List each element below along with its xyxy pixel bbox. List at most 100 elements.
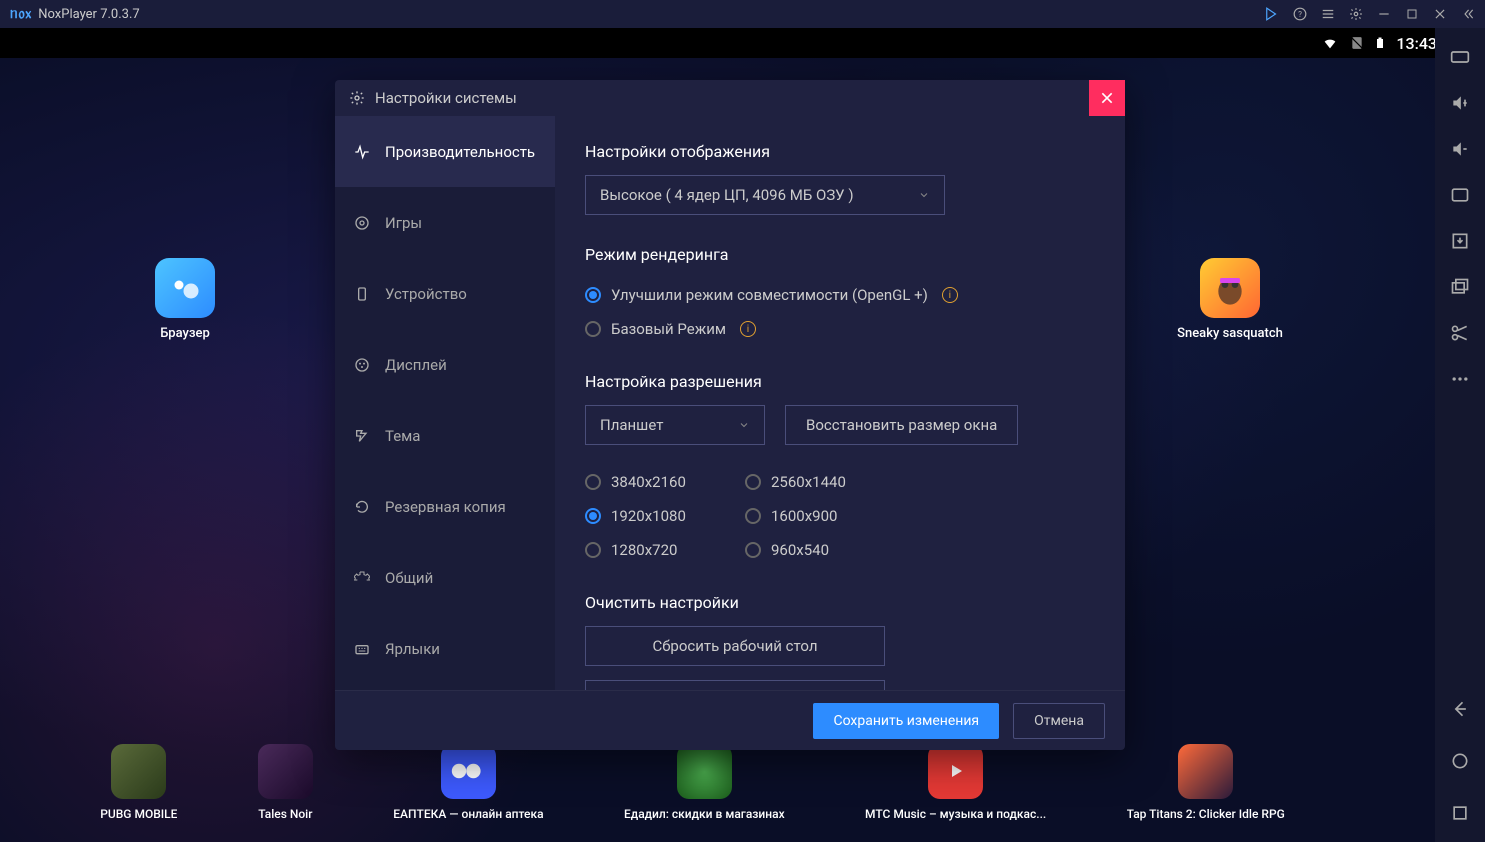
dock-app-pubg[interactable]: PUBG MOBILE [100,744,177,821]
recent-icon[interactable] [1449,802,1471,824]
res-3840-radio[interactable]: 3840x2160 [585,465,745,499]
dropdown-value: Высокое ( 4 ядер ЦП, 4096 МБ ОЗУ ) [600,186,854,204]
modal-footer: Сохранить изменения Отмена [335,690,1125,750]
sidebar-item-performance[interactable]: Производительность [335,116,555,187]
radio-icon [745,474,761,490]
apk-install-icon[interactable] [1449,230,1471,252]
scissors-icon[interactable] [1449,322,1471,344]
app-browser[interactable]: Браузер [130,258,240,341]
chevron-down-icon [918,189,930,201]
radio-icon [585,474,601,490]
battery-icon [1374,34,1386,52]
sidebar-item-label: Устройство [385,285,467,303]
dock-app-edadil[interactable]: Едадил: скидки в магазинах [624,744,785,821]
sidebar-item-general[interactable]: Общий [335,542,555,613]
sidebar-item-label: Производительность [385,143,535,161]
app-sneaky-sasquatch[interactable]: Sneaky sasquatch [1175,258,1285,341]
device-icon [353,285,371,303]
multi-instance-icon[interactable] [1449,276,1471,298]
info-icon[interactable]: i [942,287,958,303]
sidebar-item-device[interactable]: Устройство [335,258,555,329]
shortcuts-icon [353,640,371,658]
res-1920-radio[interactable]: 1920x1080 [585,499,745,533]
gear-icon [349,90,365,106]
gear-icon[interactable] [1349,7,1363,21]
close-icon[interactable] [1433,7,1447,21]
settings-modal: Настройки системы Производительность Игр… [335,80,1125,750]
cancel-button[interactable]: Отмена [1013,703,1105,739]
radio-icon [585,321,601,337]
dock-label: Едадил: скидки в магазинах [624,807,785,821]
clock: 13:43 [1396,34,1437,53]
help-icon[interactable]: ? [1293,7,1307,21]
home-icon[interactable] [1449,750,1471,772]
clear-google-cache-button[interactable]: Очистить кеш сервисов Google [585,680,885,690]
sidebar-item-label: Ярлыки [385,640,440,658]
dock-label: ЕАПТЕКА — онлайн аптека [393,807,543,821]
info-icon[interactable]: i [740,321,756,337]
screenshot-icon[interactable] [1449,184,1471,206]
radio-label: 1600x900 [771,507,837,525]
display-icon [353,356,371,374]
minimize-icon[interactable] [1377,7,1391,21]
dock-app-taptitans[interactable]: Tap Titans 2: Clicker Idle RPG [1127,744,1285,821]
menu-icon[interactable] [1321,7,1335,21]
radio-label: 960x540 [771,541,829,559]
res-960-radio[interactable]: 960x540 [745,533,905,567]
sidebar-item-theme[interactable]: Тема [335,400,555,471]
collapse-icon[interactable] [1461,7,1475,21]
more-icon[interactable] [1449,368,1471,390]
app-title: NoxPlayer 7.0.3.7 [38,7,139,22]
sidebar-item-games[interactable]: Игры [335,187,555,258]
res-1280-radio[interactable]: 1280x720 [585,533,745,567]
sidebar-item-backup[interactable]: Резервная копия [335,471,555,542]
side-toolbar [1435,28,1485,842]
performance-icon [353,143,371,161]
volume-down-icon[interactable] [1449,138,1471,160]
display-preset-dropdown[interactable]: Высокое ( 4 ядер ЦП, 4096 МБ ОЗУ ) [585,175,945,215]
dock-app-eapteka[interactable]: ЕАПТЕКА — онлайн аптека [393,744,543,821]
render-opengl-radio[interactable]: Улучшили режим совместимости (OpenGL +) … [585,278,1095,312]
sidebar-item-label: Общий [385,569,433,587]
dock-label: МТС Music – музыка и подкас... [865,807,1046,821]
radio-icon [745,542,761,558]
titlebar: ᥒ᥆᥊ NoxPlayer 7.0.3.7 ? [0,0,1485,28]
resolution-mode-dropdown[interactable]: Планшет [585,405,765,445]
keyboard-icon[interactable] [1449,46,1471,68]
dock-app-mts[interactable]: МТС Music – музыка и подкас... [865,744,1046,821]
radio-icon [585,542,601,558]
dock-app-tales[interactable]: Tales Noir [258,744,313,821]
sidebar-item-display[interactable]: Дисплей [335,329,555,400]
general-icon [353,569,371,587]
radio-label: 1280x720 [611,541,677,559]
modal-title: Настройки системы [375,89,517,107]
android-statusbar: 13:43 [0,28,1485,58]
svg-text:?: ? [1298,9,1302,19]
modal-close-button[interactable] [1089,80,1125,116]
volume-up-icon[interactable] [1449,92,1471,114]
modal-content: Настройки отображения Высокое ( 4 ядер Ц… [555,116,1125,690]
radio-icon [585,287,601,303]
sidebar-item-shortcuts[interactable]: Ярлыки [335,613,555,684]
dock-label: Tales Noir [258,807,312,821]
reset-desktop-button[interactable]: Сбросить рабочий стол [585,626,885,666]
radio-label: 3840x2160 [611,473,686,491]
radio-label: Базовый Режим [611,320,726,338]
radio-label: Улучшили режим совместимости (OpenGL +) [611,286,928,304]
res-1600-radio[interactable]: 1600x900 [745,499,905,533]
back-icon[interactable] [1449,698,1471,720]
save-button[interactable]: Сохранить изменения [813,703,999,739]
maximize-icon[interactable] [1405,7,1419,21]
clean-label: Очистить настройки [585,593,1095,612]
radio-icon [745,508,761,524]
render-mode-label: Режим рендеринга [585,245,1095,264]
play-store-icon[interactable] [1265,7,1279,21]
res-2560-radio[interactable]: 2560x1440 [745,465,905,499]
radio-label: 1920x1080 [611,507,686,525]
render-basic-radio[interactable]: Базовый Режим i [585,312,1095,346]
chevron-down-icon [738,419,750,431]
restore-window-button[interactable]: Восстановить размер окна [785,405,1018,445]
games-icon [353,214,371,232]
app-label: Sneaky sasquatch [1177,326,1283,341]
nox-logo: ᥒ᥆᥊ [10,6,32,22]
